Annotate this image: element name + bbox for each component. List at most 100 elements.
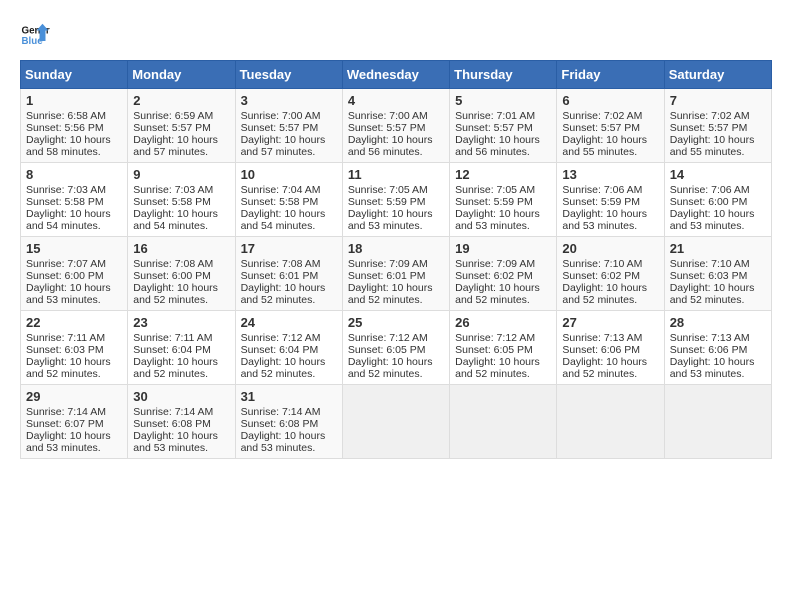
sunrise-text: Sunrise: 7:05 AM <box>455 184 535 196</box>
calendar-cell: 27Sunrise: 7:13 AMSunset: 6:06 PMDayligh… <box>557 311 664 385</box>
calendar-cell: 2Sunrise: 6:59 AMSunset: 5:57 PMDaylight… <box>128 89 235 163</box>
day-number: 10 <box>241 167 337 182</box>
sunrise-text: Sunrise: 7:03 AM <box>133 184 213 196</box>
day-number: 26 <box>455 315 551 330</box>
daylight-label: Daylight: 10 hours and 57 minutes. <box>133 134 218 158</box>
calendar-cell <box>342 385 449 459</box>
calendar-cell: 13Sunrise: 7:06 AMSunset: 5:59 PMDayligh… <box>557 163 664 237</box>
sunset-text: Sunset: 6:02 PM <box>455 270 533 282</box>
day-number: 28 <box>670 315 766 330</box>
sunset-text: Sunset: 6:08 PM <box>133 418 211 430</box>
daylight-label: Daylight: 10 hours and 52 minutes. <box>241 282 326 306</box>
sunset-text: Sunset: 5:58 PM <box>241 196 319 208</box>
sunset-text: Sunset: 6:08 PM <box>241 418 319 430</box>
calendar-cell: 10 Sunrise: 7:04 AMSunset: 5:58 PMDayligh… <box>235 163 342 237</box>
sunrise-text: Sunrise: 7:07 AM <box>26 258 106 270</box>
calendar-cell: 17Sunrise: 7:08 AMSunset: 6:01 PMDayligh… <box>235 237 342 311</box>
calendar-cell: 4Sunrise: 7:00 AMSunset: 5:57 PMDaylight… <box>342 89 449 163</box>
sunset-text: Sunset: 5:57 PM <box>562 122 640 134</box>
sunrise-text: Sunrise: 7:04 AM <box>241 184 321 196</box>
sunrise-text: Sunrise: 7:02 AM <box>562 110 642 122</box>
sunrise-text: Sunrise: 7:10 AM <box>670 258 750 270</box>
sunrise-text: Sunrise: 7:12 AM <box>455 332 535 344</box>
calendar-cell <box>557 385 664 459</box>
sunrise-text: Sunrise: 7:13 AM <box>562 332 642 344</box>
calendar-cell: 22Sunrise: 7:11 AMSunset: 6:03 PMDayligh… <box>21 311 128 385</box>
daylight-label: Daylight: 10 hours and 52 minutes. <box>133 356 218 380</box>
calendar-cell: 23Sunrise: 7:11 AMSunset: 6:04 PMDayligh… <box>128 311 235 385</box>
day-number: 14 <box>670 167 766 182</box>
daylight-label: Daylight: 10 hours and 53 minutes. <box>562 208 647 232</box>
daylight-label: Daylight: 10 hours and 53 minutes. <box>133 430 218 454</box>
daylight-label: Daylight: 10 hours and 52 minutes. <box>670 282 755 306</box>
daylight-label: Daylight: 10 hours and 54 minutes. <box>241 208 326 232</box>
day-number: 12 <box>455 167 551 182</box>
day-number: 8 <box>26 167 122 182</box>
calendar-header-wednesday: Wednesday <box>342 61 449 89</box>
daylight-label: Daylight: 10 hours and 54 minutes. <box>133 208 218 232</box>
sunrise-text: Sunrise: 7:11 AM <box>26 332 105 344</box>
day-number: 11 <box>348 167 444 182</box>
daylight-label: Daylight: 10 hours and 52 minutes. <box>455 356 540 380</box>
sunset-text: Sunset: 6:06 PM <box>562 344 640 356</box>
calendar-cell: 29Sunrise: 7:14 AMSunset: 6:07 PMDayligh… <box>21 385 128 459</box>
daylight-label: Daylight: 10 hours and 55 minutes. <box>562 134 647 158</box>
sunset-text: Sunset: 5:59 PM <box>455 196 533 208</box>
day-number: 20 <box>562 241 658 256</box>
daylight-label: Daylight: 10 hours and 53 minutes. <box>26 430 111 454</box>
calendar-cell: 20Sunrise: 7:10 AMSunset: 6:02 PMDayligh… <box>557 237 664 311</box>
calendar-week-row: 8Sunrise: 7:03 AMSunset: 5:58 PMDaylight… <box>21 163 772 237</box>
day-number: 5 <box>455 93 551 108</box>
sunrise-text: Sunrise: 7:14 AM <box>26 406 106 418</box>
calendar-header-thursday: Thursday <box>450 61 557 89</box>
sunrise-text: Sunrise: 7:06 AM <box>670 184 750 196</box>
page-header: General Blue <box>20 20 772 50</box>
day-number: 21 <box>670 241 766 256</box>
logo-icon: General Blue <box>20 20 50 50</box>
sunset-text: Sunset: 5:59 PM <box>562 196 640 208</box>
day-number: 19 <box>455 241 551 256</box>
day-number: 22 <box>26 315 122 330</box>
sunrise-text: Sunrise: 7:09 AM <box>455 258 535 270</box>
calendar-header-monday: Monday <box>128 61 235 89</box>
daylight-label: Daylight: 10 hours and 53 minutes. <box>670 356 755 380</box>
calendar-week-row: 29Sunrise: 7:14 AMSunset: 6:07 PMDayligh… <box>21 385 772 459</box>
calendar-cell: 9Sunrise: 7:03 AMSunset: 5:58 PMDaylight… <box>128 163 235 237</box>
calendar-cell: 1Sunrise: 6:58 AMSunset: 5:56 PMDaylight… <box>21 89 128 163</box>
daylight-label: Daylight: 10 hours and 56 minutes. <box>455 134 540 158</box>
sunset-text: Sunset: 5:57 PM <box>670 122 748 134</box>
daylight-label: Daylight: 10 hours and 53 minutes. <box>348 208 433 232</box>
sunrise-text: Sunrise: 7:00 AM <box>241 110 321 122</box>
calendar-cell: 25Sunrise: 7:12 AMSunset: 6:05 PMDayligh… <box>342 311 449 385</box>
sunset-text: Sunset: 6:03 PM <box>26 344 104 356</box>
sunset-text: Sunset: 6:04 PM <box>133 344 211 356</box>
day-number: 2 <box>133 93 229 108</box>
sunset-text: Sunset: 5:57 PM <box>455 122 533 134</box>
sunrise-text: Sunrise: 7:08 AM <box>241 258 321 270</box>
daylight-label: Daylight: 10 hours and 52 minutes. <box>455 282 540 306</box>
calendar-header-saturday: Saturday <box>664 61 771 89</box>
day-number: 13 <box>562 167 658 182</box>
sunrise-text: Sunrise: 7:11 AM <box>133 332 212 344</box>
sunrise-text: Sunrise: 7:10 AM <box>562 258 642 270</box>
calendar-cell: 6Sunrise: 7:02 AMSunset: 5:57 PMDaylight… <box>557 89 664 163</box>
day-number: 3 <box>241 93 337 108</box>
sunset-text: Sunset: 6:04 PM <box>241 344 319 356</box>
calendar-cell: 12 Sunrise: 7:05 AMSunset: 5:59 PMDayligh… <box>450 163 557 237</box>
day-number: 9 <box>133 167 229 182</box>
daylight-label: Daylight: 10 hours and 52 minutes. <box>241 356 326 380</box>
calendar-cell: 21Sunrise: 7:10 AMSunset: 6:03 PMDayligh… <box>664 237 771 311</box>
calendar-cell: 16Sunrise: 7:08 AMSunset: 6:00 PMDayligh… <box>128 237 235 311</box>
day-number: 1 <box>26 93 122 108</box>
daylight-label: Daylight: 10 hours and 53 minutes. <box>455 208 540 232</box>
day-number: 4 <box>348 93 444 108</box>
calendar-week-row: 15Sunrise: 7:07 AMSunset: 6:00 PMDayligh… <box>21 237 772 311</box>
svg-text:General: General <box>22 26 51 37</box>
calendar-cell <box>450 385 557 459</box>
sunrise-text: Sunrise: 7:13 AM <box>670 332 750 344</box>
sunset-text: Sunset: 5:57 PM <box>133 122 211 134</box>
sunset-text: Sunset: 6:07 PM <box>26 418 104 430</box>
daylight-label: Daylight: 10 hours and 52 minutes. <box>348 282 433 306</box>
day-number: 15 <box>26 241 122 256</box>
daylight-label: Daylight: 10 hours and 53 minutes. <box>670 208 755 232</box>
